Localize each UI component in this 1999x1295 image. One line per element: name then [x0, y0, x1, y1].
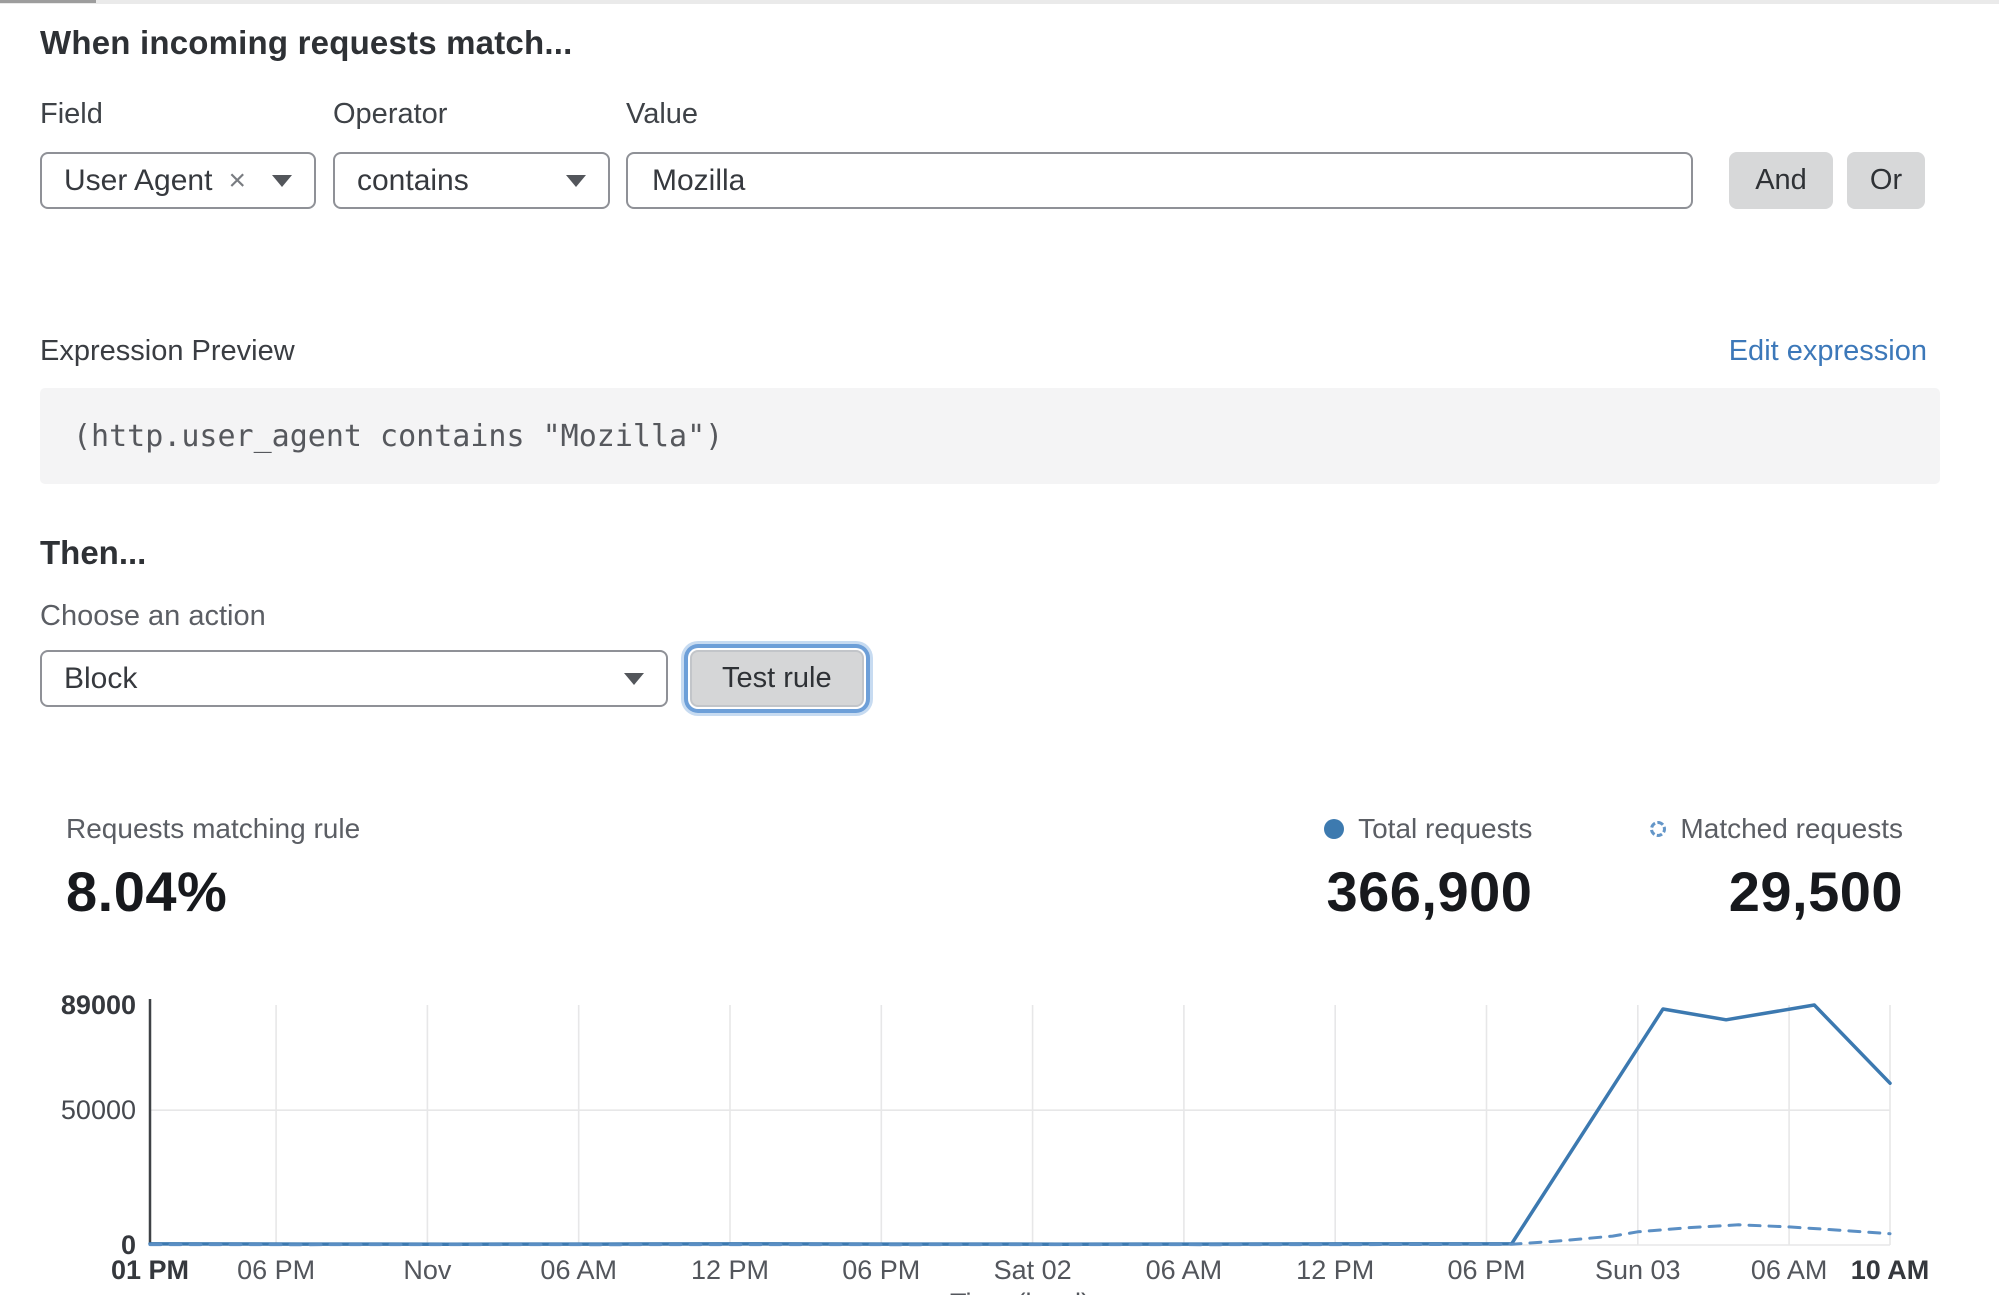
svg-text:Time (local): Time (local) [950, 1288, 1090, 1295]
operator-label: Operator [333, 98, 626, 131]
action-row: Block Test rule [40, 650, 1959, 707]
svg-text:50000: 50000 [61, 1095, 136, 1125]
clear-field-icon[interactable]: × [228, 166, 246, 196]
field-group: Field User Agent × [40, 98, 333, 209]
operator-select[interactable]: contains [333, 152, 610, 209]
matched-requests-label: Matched requests [1680, 813, 1903, 845]
expression-preview-label: Expression Preview [40, 335, 295, 368]
svg-text:06 PM: 06 PM [842, 1255, 920, 1285]
total-requests-stat: Total requests 366,900 [1324, 813, 1532, 924]
match-section-title: When incoming requests match... [40, 24, 1959, 62]
expression-preview-box: (http.user_agent contains "Mozilla") [40, 388, 1940, 484]
expression-header: Expression Preview Edit expression [40, 335, 1959, 368]
svg-text:Nov: Nov [403, 1255, 452, 1285]
solid-dot-icon [1324, 819, 1344, 839]
total-requests-label: Total requests [1358, 813, 1532, 845]
total-requests-value: 366,900 [1326, 859, 1532, 924]
svg-text:06 AM: 06 AM [540, 1255, 617, 1285]
matching-rule-label: Requests matching rule [66, 813, 360, 845]
svg-text:06 AM: 06 AM [1146, 1255, 1223, 1285]
svg-text:01 PM: 01 PM [111, 1255, 189, 1285]
matched-requests-legend-item[interactable]: Matched requests [1650, 813, 1903, 845]
svg-text:12 PM: 12 PM [1296, 1255, 1374, 1285]
field-select-value: User Agent [64, 164, 212, 198]
svg-text:89000: 89000 [61, 990, 136, 1020]
value-group: Value [626, 98, 1693, 209]
or-button[interactable]: Or [1847, 152, 1925, 209]
value-input[interactable] [626, 152, 1693, 209]
choose-action-label: Choose an action [40, 600, 1959, 633]
test-rule-button[interactable]: Test rule [690, 650, 864, 707]
action-select[interactable]: Block [40, 650, 668, 707]
chart-area: 0500008900001 PM06 PMNov06 AM12 PM06 PMS… [40, 990, 1959, 1295]
operator-group: Operator contains [333, 98, 626, 209]
and-button[interactable]: And [1729, 152, 1833, 209]
field-select[interactable]: User Agent × [40, 152, 316, 209]
svg-text:10 AM: 10 AM [1851, 1255, 1930, 1285]
then-section-title: Then... [40, 534, 1959, 572]
rule-builder-panel: When incoming requests match... Field Us… [0, 24, 1999, 1295]
stats-row: Requests matching rule 8.04% Total reque… [40, 813, 1959, 924]
field-label: Field [40, 98, 333, 131]
svg-text:06 PM: 06 PM [237, 1255, 315, 1285]
svg-text:Sun 03: Sun 03 [1595, 1255, 1681, 1285]
edit-expression-link[interactable]: Edit expression [1729, 335, 1927, 368]
svg-text:Sat 02: Sat 02 [994, 1255, 1072, 1285]
rule-condition-row: Field User Agent × Operator contains Val… [40, 98, 1959, 209]
svg-text:06 PM: 06 PM [1447, 1255, 1525, 1285]
dashed-circle-icon [1650, 821, 1666, 837]
matching-rule-value: 8.04% [66, 859, 360, 924]
value-label: Value [626, 98, 1693, 131]
matched-requests-stat: Matched requests 29,500 [1650, 813, 1903, 924]
svg-text:06 AM: 06 AM [1751, 1255, 1828, 1285]
total-requests-legend-item[interactable]: Total requests [1324, 813, 1532, 845]
chevron-down-icon [566, 175, 586, 187]
matched-requests-value: 29,500 [1729, 859, 1903, 924]
chevron-down-icon [272, 175, 292, 187]
requests-chart: 0500008900001 PM06 PMNov06 AM12 PM06 PMS… [40, 990, 1959, 1295]
chevron-down-icon [624, 673, 644, 685]
matching-rule-stat: Requests matching rule 8.04% [66, 813, 360, 924]
top-edge-divider [0, 0, 1999, 4]
svg-text:12 PM: 12 PM [691, 1255, 769, 1285]
operator-select-value: contains [357, 164, 469, 198]
expression-code: (http.user_agent contains "Mozilla") [73, 419, 723, 454]
top-edge-dark-segment [0, 0, 96, 3]
action-select-value: Block [64, 662, 137, 696]
